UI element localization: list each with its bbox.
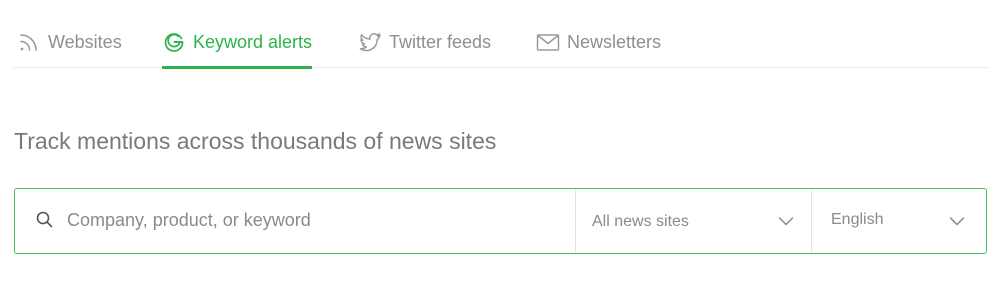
sources-select-value: All news sites: [592, 213, 689, 230]
google-icon: [164, 33, 184, 52]
sources-select[interactable]: All news sites: [576, 189, 812, 253]
rss-icon: [20, 34, 37, 51]
search-icon: [36, 211, 53, 228]
search-bar: All news sites English: [14, 188, 987, 254]
tab-label: Websites: [48, 32, 122, 52]
twitter-icon: [359, 33, 381, 52]
tab-label: Newsletters: [567, 32, 662, 52]
chevron-down-icon: [949, 217, 965, 226]
tab-websites[interactable]: Websites: [17, 28, 122, 68]
search-input[interactable]: [67, 209, 537, 231]
source-tabs: Websites Keyword alerts Twitter feeds Ne…: [13, 0, 988, 69]
language-select[interactable]: English: [812, 189, 986, 253]
tab-label: Keyword alerts: [193, 32, 313, 52]
page-heading: Track mentions across thousands of news …: [14, 128, 497, 154]
tab-keyword-alerts[interactable]: Keyword alerts: [162, 28, 313, 69]
tab-label: Twitter feeds: [389, 32, 492, 52]
language-select-value: English: [831, 211, 884, 228]
search-field[interactable]: [15, 189, 576, 253]
chevron-down-icon: [778, 217, 794, 226]
tab-twitter-feeds[interactable]: Twitter feeds: [358, 28, 491, 68]
envelope-icon: [536, 34, 560, 51]
tab-newsletters[interactable]: Newsletters: [536, 28, 661, 68]
